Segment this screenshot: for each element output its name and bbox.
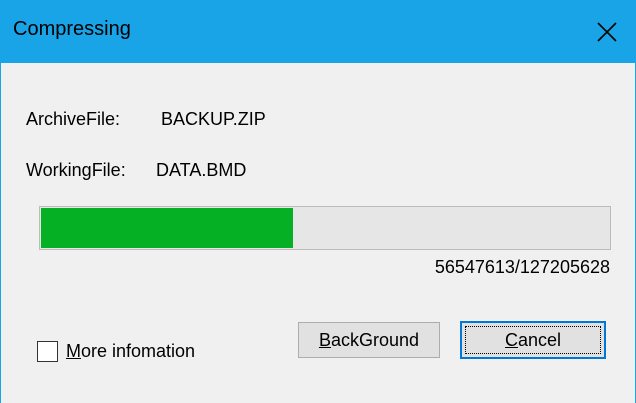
cancel-button[interactable]: Cancel — [460, 321, 606, 359]
more-information-option[interactable]: More infomation — [37, 340, 195, 362]
focus-rectangle — [465, 326, 601, 354]
progress-bar — [39, 206, 611, 250]
more-information-label[interactable]: More infomation — [66, 341, 195, 362]
background-button[interactable]: BackGround — [298, 322, 440, 358]
working-file-label: WorkingFile: — [26, 160, 126, 180]
archive-file-value: BACKUP.ZIP — [161, 109, 266, 129]
more-information-checkbox[interactable] — [37, 340, 58, 362]
progress-bar-fill — [41, 208, 294, 248]
title-bar[interactable]: Compressing — [1, 0, 635, 63]
background-button-label: BackGround — [318, 329, 420, 350]
close-button[interactable] — [579, 0, 635, 63]
compressing-dialog: Compressing ArchiveFile: BACKUP.ZIP Work… — [0, 0, 636, 403]
dialog-body: ArchiveFile: BACKUP.ZIP WorkingFile: DAT… — [1, 63, 635, 403]
window-title: Compressing — [13, 18, 131, 40]
progress-counter: 56547613/127205628 — [434, 257, 610, 277]
working-file-value: DATA.BMD — [156, 160, 247, 180]
archive-file-label: ArchiveFile: — [26, 109, 121, 129]
close-icon — [597, 22, 617, 42]
